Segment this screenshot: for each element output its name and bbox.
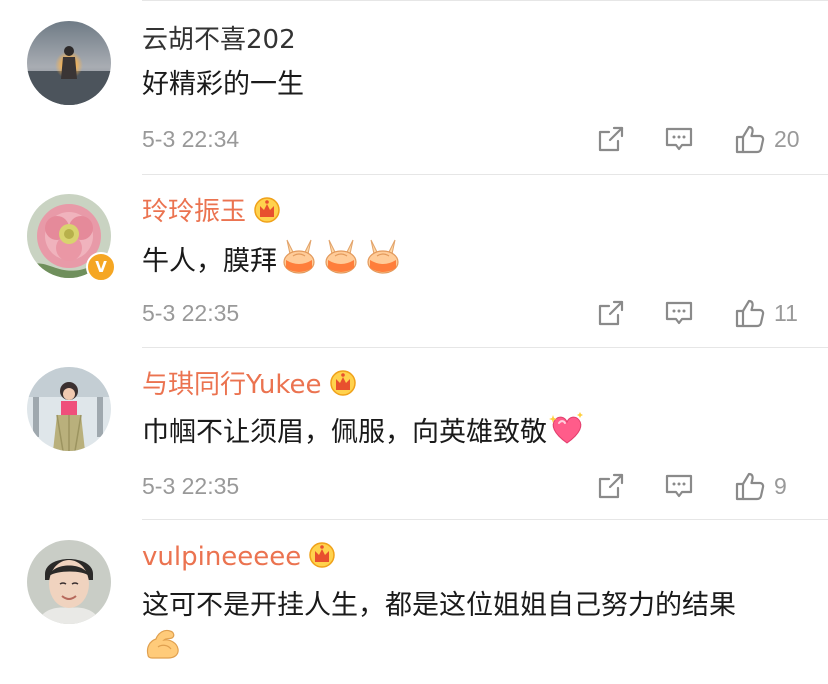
timestamp: 5-3 22:34 bbox=[142, 126, 240, 152]
comment-text: 牛人，膜拜 bbox=[142, 238, 808, 283]
pray-hands-emoji bbox=[283, 239, 315, 274]
like-button[interactable]: 9 bbox=[734, 470, 802, 502]
timestamp: 5-3 22:35 bbox=[142, 300, 240, 326]
avatar[interactable] bbox=[27, 540, 111, 624]
username[interactable]: 玲玲振玉 bbox=[142, 195, 282, 228]
crown-icon bbox=[329, 370, 356, 396]
like-icon bbox=[735, 125, 765, 154]
share-icon[interactable] bbox=[596, 471, 626, 501]
comment-icon[interactable] bbox=[664, 471, 694, 501]
like-button[interactable]: 20 bbox=[734, 123, 802, 155]
comment-icon[interactable] bbox=[664, 298, 694, 328]
avatar[interactable] bbox=[27, 367, 111, 451]
comment-icon[interactable] bbox=[664, 124, 694, 154]
username[interactable]: vulpineeeee bbox=[142, 540, 337, 573]
comment-item: V 玲玲振玉 牛人，膜拜 5-3 22:35 11 bbox=[0, 174, 828, 348]
comment-item: 云胡不喜202 好精彩的一生 5-3 22:34 20 bbox=[0, 0, 828, 174]
comment-actions: 20 bbox=[596, 122, 802, 156]
comment-actions: 11 bbox=[596, 296, 802, 330]
like-icon bbox=[735, 299, 765, 328]
username-text: 玲玲振玉 bbox=[142, 197, 247, 227]
sparkling-heart-emoji bbox=[549, 412, 583, 444]
comment-text-emoji-line bbox=[142, 625, 808, 668]
comment-text: 这可不是开挂人生，都是这位姐姐自己努力的结果 bbox=[142, 585, 808, 627]
comment-text-content: 牛人，膜拜 bbox=[142, 246, 277, 277]
crown-icon bbox=[309, 542, 336, 568]
pray-hands-emoji bbox=[367, 239, 399, 274]
avatar[interactable] bbox=[27, 21, 111, 105]
like-count: 20 bbox=[774, 125, 800, 152]
username[interactable]: 云胡不喜202 bbox=[142, 24, 296, 56]
like-count: 11 bbox=[774, 299, 798, 326]
share-icon[interactable] bbox=[596, 298, 626, 328]
flexed-biceps-emoji bbox=[146, 629, 179, 659]
comment-text-content: 这可不是开挂人生，都是这位姐姐自己努力的结果 bbox=[142, 590, 736, 621]
like-icon bbox=[735, 472, 765, 501]
comment-text-content: 好精彩的一生 bbox=[142, 69, 304, 100]
comment-actions: 9 bbox=[596, 469, 802, 503]
username-text: vulpineeeee bbox=[142, 542, 302, 572]
like-button[interactable]: 11 bbox=[734, 297, 802, 329]
comment-item: vulpineeeee 这可不是开挂人生，都是这位姐姐自己努力的结果 bbox=[0, 519, 828, 684]
crown-icon bbox=[254, 197, 280, 223]
comment-text: 巾帼不让须眉，佩服，向英雄致敬 bbox=[142, 411, 808, 454]
like-count: 9 bbox=[774, 472, 787, 499]
timestamp: 5-3 22:35 bbox=[142, 473, 240, 499]
verified-badge-icon: V bbox=[86, 252, 116, 282]
pray-hands-emoji bbox=[325, 239, 357, 274]
comment-item: 与琪同行Yukee 巾帼不让须眉，佩服，向英雄致敬 5-3 22:35 9 bbox=[0, 347, 828, 521]
username-text: 与琪同行Yukee bbox=[142, 370, 322, 400]
comment-feed: 云胡不喜202 好精彩的一生 5-3 22:34 20 V 玲玲振玉 牛人，膜拜… bbox=[0, 0, 828, 684]
username[interactable]: 与琪同行Yukee bbox=[142, 368, 358, 401]
share-icon[interactable] bbox=[596, 124, 626, 154]
comment-text: 好精彩的一生 bbox=[142, 64, 808, 106]
comment-text-content: 巾帼不让须眉，佩服，向英雄致敬 bbox=[142, 417, 547, 448]
